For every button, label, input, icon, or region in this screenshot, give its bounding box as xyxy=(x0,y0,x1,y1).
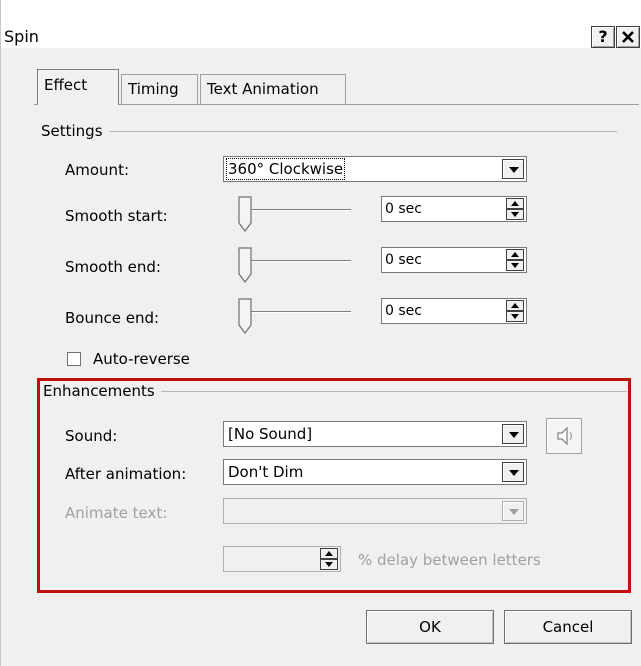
after-animation-label: After animation: xyxy=(65,465,187,483)
speaker-icon xyxy=(557,426,573,446)
sound-value: [No Sound] xyxy=(228,425,313,443)
bounce-end-spinner[interactable]: 0 sec xyxy=(381,298,527,324)
settings-group-title: Settings xyxy=(41,122,109,140)
smooth-end-slider[interactable] xyxy=(233,246,353,286)
spin-up-icon[interactable] xyxy=(506,198,524,209)
cancel-button[interactable]: Cancel xyxy=(504,610,632,644)
slider-track xyxy=(241,209,351,211)
slider-track xyxy=(241,311,351,313)
chevron-down-icon[interactable] xyxy=(502,501,524,521)
auto-reverse-label[interactable]: Auto-reverse xyxy=(93,350,190,368)
after-animation-select[interactable]: Don't Dim xyxy=(223,459,527,485)
help-button[interactable]: ? xyxy=(591,26,615,48)
ok-button[interactable]: OK xyxy=(366,610,494,644)
tab-text-animation[interactable]: Text Animation xyxy=(200,74,346,104)
spin-up-icon[interactable] xyxy=(506,300,524,311)
spin-dialog: Spin ? Effect Timing Text Animation Sett… xyxy=(0,0,641,666)
title-bar: Spin ? xyxy=(1,0,641,48)
smooth-start-value: 0 sec xyxy=(385,201,422,217)
smooth-start-label: Smooth start: xyxy=(65,207,168,225)
chevron-down-icon[interactable] xyxy=(502,462,524,482)
letter-delay-label: % delay between letters xyxy=(358,551,541,569)
bounce-end-label: Bounce end: xyxy=(65,309,160,327)
smooth-end-label: Smooth end: xyxy=(65,258,161,276)
amount-label: Amount: xyxy=(65,161,129,179)
spin-down-icon[interactable] xyxy=(506,209,524,220)
chevron-down-icon[interactable] xyxy=(502,159,524,179)
spin-down-icon[interactable] xyxy=(506,260,524,271)
close-button[interactable] xyxy=(616,26,640,48)
spin-up-icon[interactable] xyxy=(320,548,338,559)
smooth-start-slider[interactable] xyxy=(233,195,353,235)
sound-preview-button[interactable] xyxy=(546,418,582,454)
amount-value: 360° Clockwise xyxy=(225,158,346,180)
close-icon xyxy=(622,31,634,43)
slider-thumb[interactable] xyxy=(237,195,257,235)
amount-select[interactable]: 360° Clockwise xyxy=(223,156,527,182)
spin-up-icon[interactable] xyxy=(506,249,524,260)
spin-down-icon[interactable] xyxy=(506,311,524,322)
enhancements-group-title: Enhancements xyxy=(43,382,161,400)
smooth-start-spinner[interactable]: 0 sec xyxy=(381,196,527,222)
tab-timing[interactable]: Timing xyxy=(121,74,198,104)
chevron-down-icon[interactable] xyxy=(502,424,524,444)
dialog-title: Spin xyxy=(4,27,39,46)
sound-label: Sound: xyxy=(65,427,118,445)
after-animation-value: Don't Dim xyxy=(228,463,304,481)
slider-thumb[interactable] xyxy=(237,297,257,337)
animate-text-select[interactable] xyxy=(223,498,527,524)
letter-delay-spinner[interactable] xyxy=(223,546,341,572)
slider-thumb[interactable] xyxy=(237,246,257,286)
smooth-end-value: 0 sec xyxy=(385,252,422,268)
slider-track xyxy=(241,260,351,262)
settings-divider xyxy=(41,131,617,132)
tab-effect[interactable]: Effect xyxy=(37,69,119,105)
bounce-end-value: 0 sec xyxy=(385,303,422,319)
animate-text-label: Animate text: xyxy=(65,504,168,522)
spin-down-icon[interactable] xyxy=(320,559,338,570)
sound-select[interactable]: [No Sound] xyxy=(223,421,527,447)
bounce-end-slider[interactable] xyxy=(233,297,353,337)
smooth-end-spinner[interactable]: 0 sec xyxy=(381,247,527,273)
auto-reverse-checkbox[interactable] xyxy=(67,352,81,366)
